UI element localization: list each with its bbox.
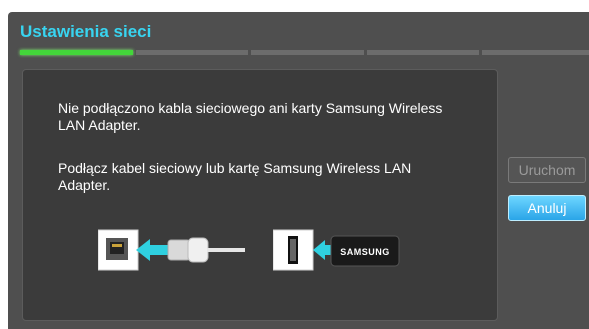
progress-step xyxy=(482,50,589,55)
message-connect-instruction: Podłącz kabel sieciowy lub kartę Samsung… xyxy=(58,160,412,193)
cancel-button[interactable]: Anuluj xyxy=(508,195,586,221)
progress-step xyxy=(20,50,133,55)
usb-port-icon xyxy=(273,229,314,271)
message-dialog: Nie podłączono kabla sieciowego ani kart… xyxy=(22,69,498,321)
message-not-connected: Nie podłączono kabla sieciowego ani kart… xyxy=(58,100,443,133)
ethernet-illustration xyxy=(98,229,245,271)
adapter-brand-label: SAMSUNG xyxy=(340,247,390,257)
wireless-adapter-illustration: SAMSUNG xyxy=(273,229,400,271)
progress-step xyxy=(366,50,480,55)
start-button[interactable]: Uruchom xyxy=(508,157,586,183)
wireless-adapter-icon: SAMSUNG xyxy=(330,235,400,267)
page-title: Ustawienia sieci xyxy=(20,22,152,41)
ethernet-cable-icon xyxy=(167,237,245,263)
ethernet-port-icon xyxy=(98,229,139,271)
step-progress-bar xyxy=(20,50,589,55)
progress-step xyxy=(135,50,249,55)
progress-step xyxy=(251,50,364,55)
